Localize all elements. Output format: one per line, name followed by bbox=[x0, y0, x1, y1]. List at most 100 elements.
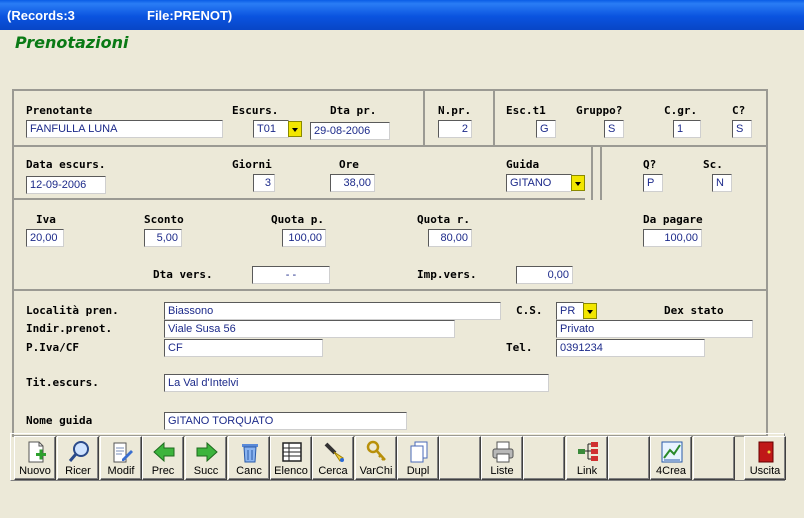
label-localita: Località pren. bbox=[26, 304, 119, 317]
empty-button[interactable] bbox=[608, 436, 650, 480]
canc-label: Canc bbox=[236, 465, 262, 477]
label-tel: Tel. bbox=[506, 341, 533, 354]
ore-field[interactable]: 38,00 bbox=[330, 174, 375, 192]
label-piva: P.Iva/CF bbox=[26, 341, 79, 354]
label-prenotante: Prenotante bbox=[26, 104, 93, 117]
n-pr-field[interactable]: 2 bbox=[438, 120, 472, 138]
prec-button[interactable]: Prec bbox=[142, 436, 184, 480]
duplicate-icon bbox=[410, 441, 428, 463]
data-escurs-field[interactable]: 12-09-2006 bbox=[26, 176, 106, 194]
printer-icon bbox=[492, 441, 514, 463]
label-n-pr: N.pr. bbox=[438, 104, 472, 117]
crea-button[interactable]: 4Crea bbox=[650, 436, 692, 480]
page-title: Prenotazioni bbox=[15, 33, 129, 52]
canc-button[interactable]: Canc bbox=[228, 436, 270, 480]
label-escurs: Escurs. bbox=[232, 104, 279, 117]
records-count: (Records:3 bbox=[7, 8, 75, 23]
tel-field[interactable]: 0391234 bbox=[556, 339, 705, 357]
nuovo-button[interactable]: Nuovo bbox=[14, 436, 56, 480]
label-c: C? bbox=[732, 104, 746, 117]
da-pagare-field[interactable]: 100,00 bbox=[643, 229, 702, 247]
guida-field[interactable]: GITANO bbox=[506, 174, 572, 192]
tit-escurs-field[interactable]: La Val d'Intelvi bbox=[164, 374, 549, 392]
varchi-button[interactable]: VarChi bbox=[355, 436, 397, 480]
dupl-button[interactable]: Dupl bbox=[397, 436, 439, 480]
exit-door-icon bbox=[758, 441, 774, 463]
empty-button[interactable] bbox=[693, 436, 735, 480]
edit-document-icon bbox=[113, 442, 133, 463]
trash-icon bbox=[242, 444, 258, 463]
label-q: Q? bbox=[643, 158, 657, 171]
file-name: File:PRENOT) bbox=[147, 8, 233, 23]
label-esc-t1: Esc.t1 bbox=[506, 104, 546, 117]
arrow-right-icon bbox=[196, 441, 218, 463]
uscita-button[interactable]: Uscita bbox=[744, 436, 786, 480]
label-quota-r: Quota r. bbox=[417, 213, 470, 226]
cs-field[interactable]: PR bbox=[556, 302, 584, 320]
empty-button[interactable] bbox=[439, 436, 481, 480]
label-c-gr: C.gr. bbox=[664, 104, 698, 117]
nuovo-label: Nuovo bbox=[19, 465, 51, 477]
imp-vers-field[interactable]: 0,00 bbox=[516, 266, 573, 284]
title-bar: (Records:3 File:PRENOT) bbox=[0, 0, 804, 30]
label-dta-vers: Dta vers. bbox=[153, 268, 213, 281]
prenotante-field[interactable]: FANFULLA LUNA bbox=[26, 120, 223, 138]
sc-field[interactable]: N bbox=[712, 174, 732, 192]
link-label: Link bbox=[576, 465, 598, 477]
create-chart-icon bbox=[661, 441, 683, 463]
piva-field[interactable]: CF bbox=[164, 339, 323, 357]
dupl-label: Dupl bbox=[406, 465, 430, 477]
c-field[interactable]: S bbox=[732, 120, 752, 138]
ricer-label: Ricer bbox=[65, 465, 91, 477]
cerca-button[interactable]: Cerca bbox=[312, 436, 354, 480]
label-quota-p: Quota p. bbox=[271, 213, 324, 226]
arrow-left-icon bbox=[153, 441, 175, 463]
table-list-icon bbox=[282, 442, 302, 462]
label-sconto: Sconto bbox=[144, 213, 184, 226]
escurs-field[interactable]: T01 bbox=[253, 120, 289, 138]
keys-icon bbox=[366, 440, 386, 461]
label-dex-stato: Dex stato bbox=[664, 304, 724, 317]
succ-button[interactable]: Succ bbox=[185, 436, 227, 480]
nome-guida-field[interactable]: GITANO TORQUATO bbox=[164, 412, 407, 430]
dta-pr-field[interactable]: 29-08-2006 bbox=[310, 122, 390, 140]
iva-field[interactable]: 20,00 bbox=[26, 229, 64, 247]
varchi-label: VarChi bbox=[359, 465, 393, 477]
giorni-field[interactable]: 3 bbox=[253, 174, 275, 192]
divider bbox=[600, 145, 602, 200]
cs-dropdown-icon[interactable] bbox=[583, 303, 597, 319]
indir-field[interactable]: Viale Susa 56 bbox=[164, 320, 455, 338]
divider bbox=[13, 145, 768, 147]
search-flashlight-icon bbox=[324, 442, 344, 462]
esc-t1-field[interactable]: G bbox=[536, 120, 556, 138]
empty-button[interactable] bbox=[523, 436, 565, 480]
label-gruppo: Gruppo? bbox=[576, 104, 623, 117]
modif-button[interactable]: Modif bbox=[100, 436, 142, 480]
magnifier-icon bbox=[68, 441, 89, 462]
guida-dropdown-icon[interactable] bbox=[571, 175, 585, 191]
liste-button[interactable]: Liste bbox=[481, 436, 523, 480]
escurs-dropdown-icon[interactable] bbox=[288, 121, 302, 137]
ricer-button[interactable]: Ricer bbox=[57, 436, 99, 480]
succ-label: Succ bbox=[193, 465, 219, 477]
elenco-label: Elenco bbox=[274, 465, 308, 477]
quota-r-field[interactable]: 80,00 bbox=[428, 229, 472, 247]
label-iva: Iva bbox=[36, 213, 56, 226]
gruppo-field[interactable]: S bbox=[604, 120, 624, 138]
sconto-field[interactable]: 5,00 bbox=[144, 229, 182, 247]
label-tit-escurs: Tit.escurs. bbox=[26, 376, 99, 389]
elenco-button[interactable]: Elenco bbox=[270, 436, 312, 480]
dex-stato-field[interactable]: Privato bbox=[556, 320, 753, 338]
link-tree-icon bbox=[578, 442, 598, 461]
divider bbox=[13, 289, 768, 291]
quota-p-field[interactable]: 100,00 bbox=[282, 229, 326, 247]
label-data-escurs: Data escurs. bbox=[26, 158, 106, 171]
new-document-icon bbox=[28, 441, 46, 463]
localita-field[interactable]: Biassono bbox=[164, 302, 501, 320]
dta-vers-field[interactable]: - - bbox=[252, 266, 330, 284]
link-button[interactable]: Link bbox=[566, 436, 608, 480]
cerca-label: Cerca bbox=[318, 465, 348, 477]
c-gr-field[interactable]: 1 bbox=[673, 120, 701, 138]
divider bbox=[493, 91, 495, 145]
q-field[interactable]: P bbox=[643, 174, 663, 192]
